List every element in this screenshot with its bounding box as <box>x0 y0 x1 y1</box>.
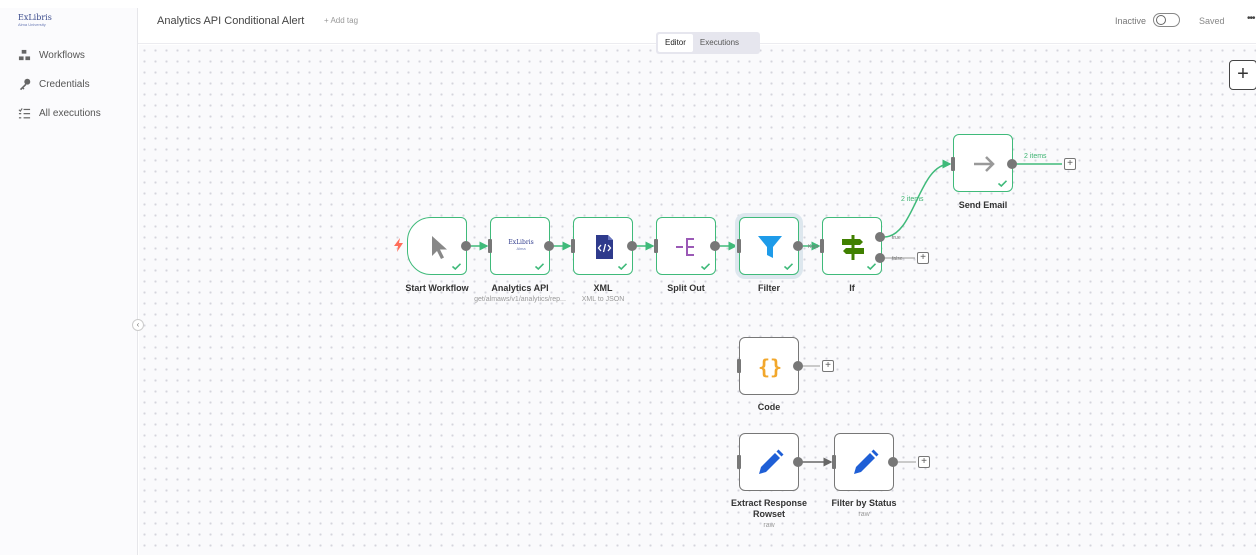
node-subtitle: XML to JSON <box>581 296 625 303</box>
input-handle[interactable] <box>654 239 658 253</box>
active-toggle[interactable] <box>1153 13 1180 27</box>
exlibris-alma-logo: ExLibris Alma <box>501 240 541 252</box>
more-menu-button[interactable]: ••• <box>1247 13 1255 24</box>
node-filter[interactable] <box>739 217 799 275</box>
trigger-bolt-icon <box>394 238 403 252</box>
node-subtitle: raw <box>763 522 775 529</box>
output-handle[interactable] <box>793 457 803 467</box>
node-subtitle: raw <box>858 511 870 518</box>
sidebar-item-workflows[interactable]: Workflows <box>18 49 85 62</box>
sidebar-item-all-executions[interactable]: All executions <box>18 107 101 120</box>
status-label: Inactive <box>1115 16 1147 26</box>
add-tag-button[interactable]: + Add tag <box>324 16 358 25</box>
node-title: Send Email <box>958 200 1008 210</box>
node-title: Extract Response Rowset <box>730 498 808 519</box>
code-braces-icon: {} <box>757 355 783 379</box>
logo-line2: Alma University <box>18 22 46 27</box>
add-node-plus[interactable]: + <box>917 252 929 264</box>
view-tabs: Editor Executions <box>656 32 760 54</box>
tab-editor[interactable]: Editor <box>658 34 693 52</box>
input-handle[interactable] <box>820 239 824 253</box>
input-handle[interactable] <box>571 239 575 253</box>
pencil-icon <box>854 449 879 474</box>
check-icon <box>535 263 544 270</box>
filter-icon <box>758 236 782 258</box>
app-window: ExLibris Alma University Workflows Crede… <box>0 0 1256 555</box>
sidebar: ExLibris Alma University Workflows Crede… <box>0 8 138 555</box>
node-send-email[interactable] <box>953 134 1013 192</box>
sidebar-item-label: Credentials <box>39 79 90 90</box>
input-handle[interactable] <box>951 157 955 171</box>
workflow-canvas[interactable] <box>139 45 1256 555</box>
output-handle[interactable] <box>710 241 720 251</box>
input-handle[interactable] <box>737 359 741 373</box>
kept-port-label: Kept <box>808 244 819 250</box>
node-title: Code <box>757 402 781 412</box>
add-node-plus[interactable]: + <box>918 456 930 468</box>
cursor-icon <box>432 236 447 259</box>
node-start-workflow[interactable] <box>407 217 467 275</box>
node-extract-response-rowset[interactable] <box>739 433 799 491</box>
true-port-label: true <box>892 235 901 241</box>
xml-file-icon <box>596 235 613 259</box>
check-icon <box>618 263 627 270</box>
node-xml[interactable] <box>573 217 633 275</box>
node-analytics-api[interactable]: ExLibris Alma <box>490 217 550 275</box>
add-node-plus[interactable]: + <box>822 360 834 372</box>
signpost-icon <box>842 235 864 260</box>
output-handle[interactable] <box>544 241 554 251</box>
check-icon <box>998 180 1007 187</box>
node-if[interactable] <box>822 217 882 275</box>
sidebar-item-label: All executions <box>39 108 101 119</box>
key-icon <box>19 78 31 91</box>
check-icon <box>452 263 461 270</box>
tab-executions[interactable]: Executions <box>693 34 746 52</box>
workflows-icon <box>18 49 31 61</box>
toggle-knob <box>1156 15 1166 25</box>
input-handle[interactable] <box>737 455 741 469</box>
sidebar-item-credentials[interactable]: Credentials <box>18 78 90 91</box>
node-code[interactable]: {} <box>739 337 799 395</box>
output-handle[interactable] <box>793 241 803 251</box>
saved-label: Saved <box>1199 16 1225 26</box>
logo-line1: ExLibris <box>18 13 52 22</box>
input-handle[interactable] <box>832 455 836 469</box>
input-handle[interactable] <box>737 239 741 253</box>
output-handle[interactable] <box>1007 159 1017 169</box>
workflow-title[interactable]: Analytics API Conditional Alert <box>157 15 304 27</box>
output-handle[interactable] <box>793 361 803 371</box>
sidebar-item-label: Workflows <box>39 50 85 61</box>
check-icon <box>784 263 793 270</box>
add-node-button[interactable]: + <box>1229 60 1256 90</box>
add-node-plus[interactable]: + <box>1064 158 1076 170</box>
output-handle-false[interactable] <box>875 253 885 263</box>
list-icon <box>18 108 31 119</box>
node-filter-by-status[interactable] <box>834 433 894 491</box>
arrow-right-icon <box>974 156 995 172</box>
output-handle-true[interactable] <box>875 232 885 242</box>
node-title: Filter by Status <box>831 498 897 508</box>
output-handle[interactable] <box>627 241 637 251</box>
node-title: If <box>849 283 855 293</box>
check-icon <box>701 263 710 270</box>
input-handle[interactable] <box>488 239 492 253</box>
split-icon <box>676 238 694 256</box>
false-port-label: false <box>892 256 903 262</box>
node-split-out[interactable] <box>656 217 716 275</box>
output-handle[interactable] <box>461 241 471 251</box>
output-handle[interactable] <box>888 457 898 467</box>
check-icon <box>867 263 876 270</box>
pencil-icon <box>759 449 784 474</box>
items-label-email-out: 2 items <box>1024 153 1047 160</box>
exlibris-logo[interactable]: ExLibris Alma University <box>18 14 58 32</box>
items-label-if-email: 2 items <box>901 196 924 203</box>
collapse-sidebar-button[interactable]: ‹ <box>132 319 144 331</box>
logo-text: Alma <box>516 246 526 251</box>
